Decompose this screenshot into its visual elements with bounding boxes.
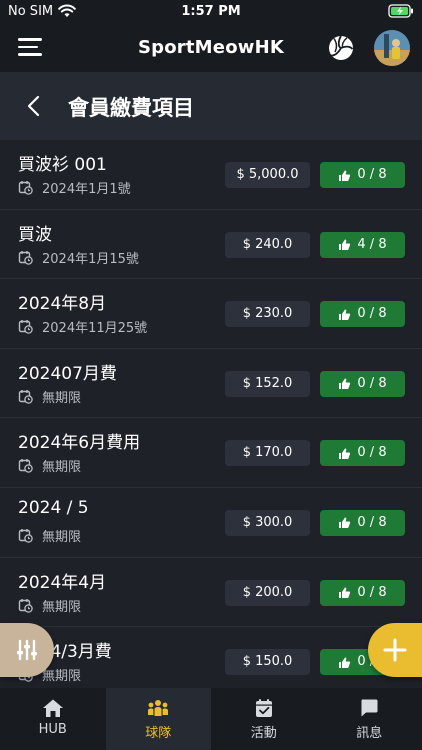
item-due-date: 2024年1月1號 bbox=[42, 182, 131, 197]
volleyball-icon[interactable] bbox=[328, 35, 354, 61]
paid-count: 4 / 8 bbox=[357, 236, 387, 252]
item-price: $ 170.0 bbox=[225, 440, 310, 467]
item-due-date: 2024年11月25號 bbox=[42, 321, 148, 337]
calendar-clock-icon bbox=[18, 528, 33, 543]
paid-count-badge: 0 / 8 bbox=[320, 579, 405, 606]
paid-count: 0 / 8 bbox=[357, 584, 387, 600]
item-name: 202407月費 bbox=[18, 363, 117, 384]
item-price: $ 240.0 bbox=[225, 231, 310, 258]
item-price: $ 300.0 bbox=[225, 509, 310, 536]
item-name: 2024年8月 bbox=[18, 294, 107, 315]
page-title: 會員繳費項目 bbox=[68, 96, 194, 120]
calendar-clock-icon bbox=[18, 389, 33, 404]
tab-label: 球隊 bbox=[145, 726, 172, 741]
calendar-clock-icon bbox=[18, 459, 33, 474]
bottom-tab-bar: HUB 球隊 活動 訊息 bbox=[0, 688, 422, 750]
payment-item[interactable]: 2024年6月費用 無期限 $ 170.0 0 / 8 bbox=[0, 418, 422, 488]
paid-count: 0 / 8 bbox=[357, 375, 387, 391]
paid-count: 0 / 8 bbox=[357, 306, 387, 322]
tab-hub[interactable]: HUB bbox=[0, 688, 106, 750]
item-due-date: 無期限 bbox=[42, 599, 82, 615]
paid-count-badge: 0 / 8 bbox=[320, 370, 405, 397]
app-header: SportMeowHK bbox=[0, 24, 422, 72]
tab-events[interactable]: 活動 bbox=[211, 688, 317, 750]
calendar-check-icon bbox=[255, 699, 272, 717]
item-due-date: 2024年1月15號 bbox=[42, 251, 139, 267]
paid-count-badge: 0 / 8 bbox=[320, 301, 405, 328]
payment-item[interactable]: 202407月費 無期限 $ 152.0 0 / 8 bbox=[0, 349, 422, 419]
item-price: $ 200.0 bbox=[225, 579, 310, 606]
thumbs-up-person-icon bbox=[339, 448, 351, 459]
item-due-date: 無期限 bbox=[42, 390, 82, 406]
item-name: 2024年6月費用 bbox=[18, 433, 141, 454]
item-name: 2024年4月 bbox=[18, 572, 107, 593]
item-price: $ 5,000.0 bbox=[225, 162, 310, 188]
plus-icon bbox=[383, 638, 407, 662]
thumbs-up-person-icon bbox=[339, 587, 351, 599]
tab-label: 訊息 bbox=[356, 726, 383, 741]
item-name: 買波 bbox=[18, 224, 52, 245]
item-name: 2024 / 5 bbox=[18, 497, 89, 518]
payment-item[interactable]: 2024/3月費 無期限 $ 150.0 0 / 8 bbox=[0, 627, 422, 688]
thumbs-up-person-icon bbox=[339, 657, 351, 668]
payment-item-list: 買波衫 001 2024年1月1號 $ 5,000.0 0 / 8 買波 202… bbox=[0, 140, 422, 688]
paid-count-badge: 0 / 8 bbox=[320, 509, 405, 536]
add-button[interactable] bbox=[368, 623, 422, 677]
battery-charging-icon bbox=[388, 4, 413, 18]
paid-count: 0 / 8 bbox=[357, 445, 387, 461]
thumbs-up-person-icon bbox=[339, 309, 351, 320]
tab-label: HUB bbox=[38, 722, 67, 737]
thumbs-up-person-icon bbox=[339, 239, 351, 251]
payment-item[interactable]: 2024年4月 無期限 $ 200.0 0 / 8 bbox=[0, 558, 422, 628]
tab-team[interactable]: 球隊 bbox=[105, 688, 211, 750]
clock: 1:57 PM bbox=[181, 4, 241, 19]
item-price: $ 152.0 bbox=[225, 370, 310, 397]
item-name: 買波衫 001 bbox=[18, 155, 107, 175]
filter-button[interactable] bbox=[0, 623, 54, 677]
page-header: 會員繳費項目 bbox=[0, 72, 422, 140]
item-price: $ 150.0 bbox=[225, 649, 310, 676]
back-chevron-icon[interactable] bbox=[24, 94, 44, 118]
calendar-clock-icon bbox=[18, 181, 33, 195]
status-bar: No SIM 1:57 PM bbox=[0, 0, 422, 24]
thumbs-up-person-icon bbox=[339, 378, 351, 390]
thumbs-up-person-icon bbox=[339, 517, 351, 529]
payment-item[interactable]: 買波衫 001 2024年1月1號 $ 5,000.0 0 / 8 bbox=[0, 140, 422, 210]
home-icon bbox=[42, 699, 63, 717]
payment-item[interactable]: 2024 / 5 無期限 $ 300.0 0 / 8 bbox=[0, 488, 422, 558]
tab-messages[interactable]: 訊息 bbox=[317, 688, 422, 750]
thumbs-up-person-icon bbox=[339, 170, 351, 181]
tab-label: 活動 bbox=[250, 726, 277, 741]
payment-item[interactable]: 買波 2024年1月15號 $ 240.0 4 / 8 bbox=[0, 210, 422, 280]
app-title: SportMeowHK bbox=[137, 37, 285, 58]
paid-count: 0 / 8 bbox=[357, 167, 387, 182]
team-icon bbox=[148, 700, 169, 716]
avatar[interactable] bbox=[374, 30, 410, 66]
paid-count: 0 / 8 bbox=[357, 514, 387, 530]
item-due-date: 無期限 bbox=[42, 529, 82, 545]
paid-count-badge: 0 / 8 bbox=[320, 162, 405, 188]
sliders-icon bbox=[17, 639, 37, 661]
calendar-clock-icon bbox=[18, 598, 33, 613]
item-due-date: 無期限 bbox=[42, 669, 82, 685]
calendar-clock-icon bbox=[18, 320, 33, 334]
payment-item[interactable]: 2024年8月 2024年11月25號 $ 230.0 0 / 8 bbox=[0, 279, 422, 349]
avatar-photo bbox=[374, 30, 410, 66]
paid-count-badge: 4 / 8 bbox=[320, 231, 405, 258]
message-icon bbox=[361, 699, 378, 717]
paid-count-badge: 0 / 8 bbox=[320, 440, 405, 467]
item-price: $ 230.0 bbox=[225, 301, 310, 328]
item-due-date: 無期限 bbox=[42, 460, 82, 476]
calendar-clock-icon bbox=[18, 250, 33, 265]
